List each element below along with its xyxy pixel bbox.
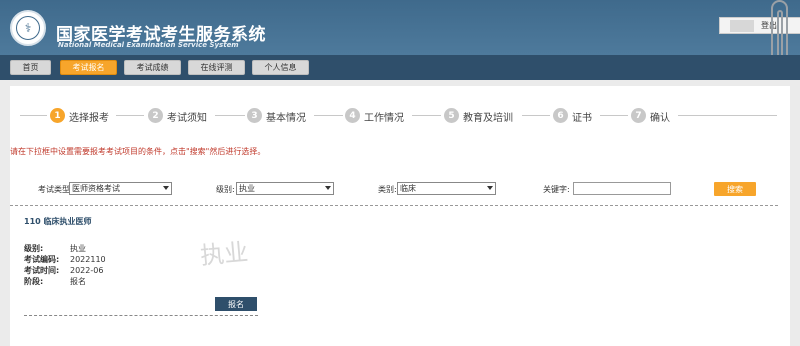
step-connector [678, 115, 777, 116]
exam-type-value: 医师资格考试 [72, 184, 120, 193]
info-row-stage: 阶段: 报名 [24, 277, 86, 286]
info-row-exam-time: 考试时间: 2022-06 [24, 266, 104, 275]
chevron-down-icon [325, 186, 331, 190]
info-row-exam-code: 考试编码: 2022110 [24, 255, 106, 264]
level-watermark: 执业 [199, 237, 250, 271]
medical-emblem-icon: ⚕ [10, 10, 46, 46]
step-connector [20, 115, 47, 116]
nav-personal-info[interactable]: 个人信息 [252, 60, 309, 75]
step-3-label: 基本情况 [266, 113, 306, 124]
card-divider [24, 315, 258, 316]
category-select[interactable]: 临床 [397, 182, 496, 195]
keyword-input[interactable] [573, 182, 671, 195]
step-5-number: 5 [444, 108, 459, 123]
instruction-notice: 请在下拉框中设置需要报考考试项目的条件，点击"搜索"然后进行选择。 [10, 147, 266, 156]
chevron-down-icon [487, 186, 493, 190]
step-connector [314, 115, 343, 116]
level-select[interactable]: 执业 [236, 182, 334, 195]
apply-button[interactable]: 报名 [215, 297, 257, 311]
category-label: 类别: [378, 185, 397, 194]
step-2-number: 2 [148, 108, 163, 123]
nav-exam-registration[interactable]: 考试报名 [60, 60, 117, 75]
chevron-down-icon [163, 186, 169, 190]
step-connector [215, 115, 245, 116]
step-connector [412, 115, 441, 116]
main-nav: 首页 考试报名 考试成绩 在线评测 个人信息 [0, 55, 800, 80]
step-7-label: 确认 [650, 113, 670, 124]
step-1-number: 1 [50, 108, 65, 123]
info-row-level: 级别: 执业 [24, 244, 86, 253]
exam-type-label: 考试类型: [38, 185, 73, 194]
section-divider [10, 205, 778, 206]
step-6-number: 6 [553, 108, 568, 123]
category-value: 临床 [400, 184, 416, 193]
level-value: 执业 [239, 184, 255, 193]
step-6-label: 证书 [572, 113, 592, 124]
step-1-label: 选择报考 [69, 113, 109, 124]
step-connector [116, 115, 144, 116]
username-redacted [730, 20, 754, 32]
step-2-label: 考试须知 [167, 113, 207, 124]
level-label: 级别: [216, 185, 235, 194]
step-3-number: 3 [247, 108, 262, 123]
step-7-number: 7 [631, 108, 646, 123]
search-button[interactable]: 搜索 [714, 182, 756, 196]
nav-home[interactable]: 首页 [10, 60, 51, 75]
main-panel: 1 选择报考 2 考试须知 3 基本情况 4 工作情况 5 教育及培训 6 证书… [10, 86, 790, 346]
step-connector [522, 115, 550, 116]
step-4-label: 工作情况 [364, 113, 404, 124]
site-subtitle: National Medical Examination Service Sys… [58, 41, 239, 49]
keyword-label: 关键字: [543, 185, 570, 194]
nav-exam-scores[interactable]: 考试成绩 [124, 60, 181, 75]
step-5-label: 教育及培训 [463, 113, 513, 124]
step-4-number: 4 [345, 108, 360, 123]
site-header: ⚕ 国家医学考试考生服务系统 National Medical Examinat… [0, 0, 800, 55]
exam-type-select[interactable]: 医师资格考试 [69, 182, 172, 195]
exam-title: 110 临床执业医师 [24, 217, 92, 226]
nav-online-assessment[interactable]: 在线评测 [188, 60, 245, 75]
step-connector [600, 115, 628, 116]
